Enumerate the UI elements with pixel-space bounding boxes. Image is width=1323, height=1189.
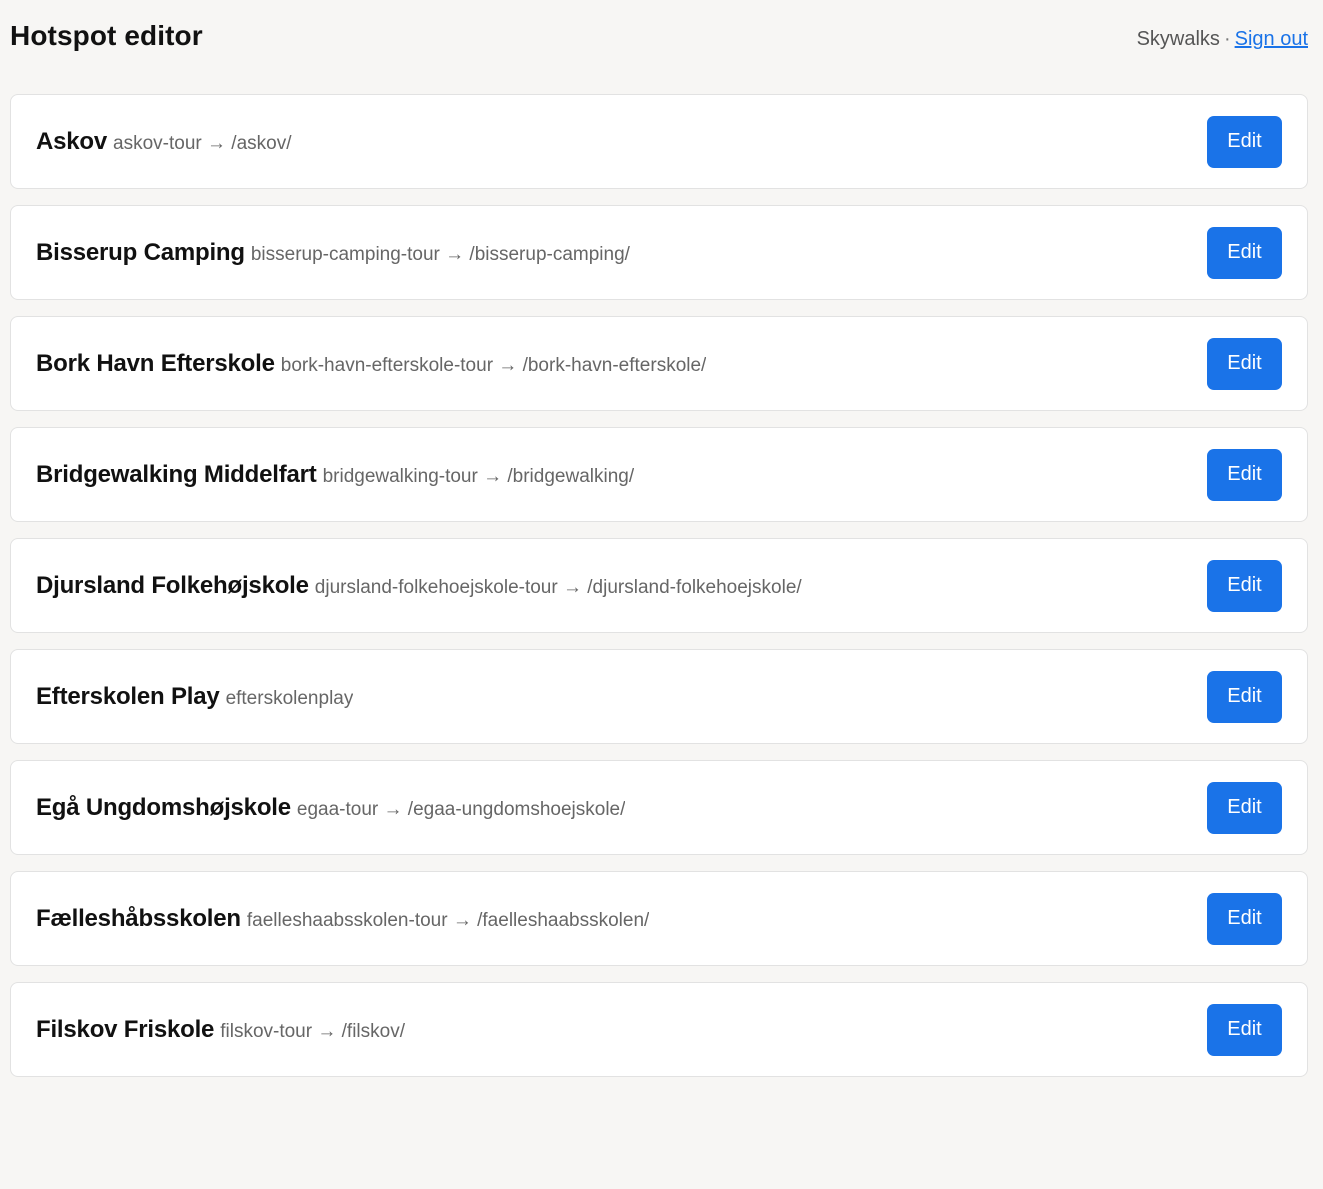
- hotspot-info: Filskov Friskole filskov-tour → /filskov…: [36, 1016, 405, 1044]
- hotspot-info: Fælleshåbsskolen faelleshaabsskolen-tour…: [36, 905, 649, 933]
- hotspot-name: Bisserup Camping: [36, 238, 245, 266]
- edit-button[interactable]: Edit: [1207, 781, 1282, 834]
- edit-button[interactable]: Edit: [1207, 670, 1282, 723]
- hotspot-slug: faelleshaabsskolen-tour → /faelleshaabss…: [246, 909, 650, 931]
- hotspot-row: Djursland Folkehøjskole djursland-folkeh…: [10, 538, 1308, 633]
- hotspot-slug: filskov-tour → /filskov/: [220, 1020, 405, 1042]
- edit-button[interactable]: Edit: [1207, 226, 1282, 279]
- hotspot-name: Fælleshåbsskolen: [36, 904, 241, 932]
- hotspot-row: Bridgewalking Middelfart bridgewalking-t…: [10, 427, 1308, 522]
- edit-button[interactable]: Edit: [1207, 115, 1282, 168]
- edit-button[interactable]: Edit: [1207, 559, 1282, 612]
- edit-button[interactable]: Edit: [1207, 337, 1282, 390]
- hotspot-slug: bisserup-camping-tour → /bisserup-campin…: [250, 243, 630, 265]
- hotspot-info: Bridgewalking Middelfart bridgewalking-t…: [36, 461, 634, 489]
- hotspot-row: Egå Ungdomshøjskole egaa-tour → /egaa-un…: [10, 760, 1308, 855]
- hotspot-info: Egå Ungdomshøjskole egaa-tour → /egaa-un…: [36, 794, 625, 822]
- hotspot-list: Askov askov-tour → /askov/ Edit Bisserup…: [10, 94, 1308, 1077]
- account-name: Skywalks: [1136, 28, 1220, 50]
- hotspot-info: Askov askov-tour → /askov/: [36, 128, 292, 156]
- hotspot-row: Askov askov-tour → /askov/ Edit: [10, 94, 1308, 189]
- hotspot-name: Djursland Folkehøjskole: [36, 571, 309, 599]
- edit-button[interactable]: Edit: [1207, 448, 1282, 501]
- hotspot-row: Filskov Friskole filskov-tour → /filskov…: [10, 982, 1308, 1077]
- hotspot-slug: bork-havn-efterskole-tour → /bork-havn-e…: [280, 354, 707, 376]
- hotspot-info: Bork Havn Efterskole bork-havn-efterskol…: [36, 350, 706, 378]
- hotspot-info: Bisserup Camping bisserup-camping-tour →…: [36, 239, 630, 267]
- page-title: Hotspot editor: [10, 20, 203, 51]
- hotspot-slug: djursland-folkehoejskole-tour → /djursla…: [314, 576, 802, 598]
- hotspot-slug: askov-tour → /askov/: [113, 132, 292, 154]
- edit-button[interactable]: Edit: [1207, 1003, 1282, 1056]
- hotspot-name: Filskov Friskole: [36, 1015, 215, 1043]
- sign-out-link[interactable]: Sign out: [1235, 28, 1308, 50]
- hotspot-row: Efterskolen Play efterskolenplay Edit: [10, 649, 1308, 744]
- hotspot-name: Bork Havn Efterskole: [36, 349, 275, 377]
- hotspot-name: Bridgewalking Middelfart: [36, 460, 317, 488]
- header: Hotspot editor Skywalks · Sign out: [10, 0, 1308, 94]
- hotspot-row: Fælleshåbsskolen faelleshaabsskolen-tour…: [10, 871, 1308, 966]
- account-area: Skywalks · Sign out: [1137, 25, 1308, 53]
- hotspot-name: Efterskolen Play: [36, 682, 220, 710]
- account-separator: ·: [1223, 28, 1231, 50]
- hotspot-slug: egaa-tour → /egaa-ungdomshoejskole/: [296, 798, 626, 820]
- hotspot-row: Bork Havn Efterskole bork-havn-efterskol…: [10, 316, 1308, 411]
- edit-button[interactable]: Edit: [1207, 892, 1282, 945]
- hotspot-name: Egå Ungdomshøjskole: [36, 793, 291, 821]
- hotspot-slug: efterskolenplay: [225, 687, 354, 709]
- hotspot-info: Djursland Folkehøjskole djursland-folkeh…: [36, 572, 802, 600]
- page: Hotspot editor Skywalks · Sign out Askov a…: [0, 0, 1323, 1189]
- hotspot-info: Efterskolen Play efterskolenplay: [36, 683, 353, 711]
- hotspot-row: Bisserup Camping bisserup-camping-tour →…: [10, 205, 1308, 300]
- hotspot-slug: bridgewalking-tour → /bridgewalking/: [322, 465, 635, 487]
- hotspot-name: Askov: [36, 127, 108, 155]
